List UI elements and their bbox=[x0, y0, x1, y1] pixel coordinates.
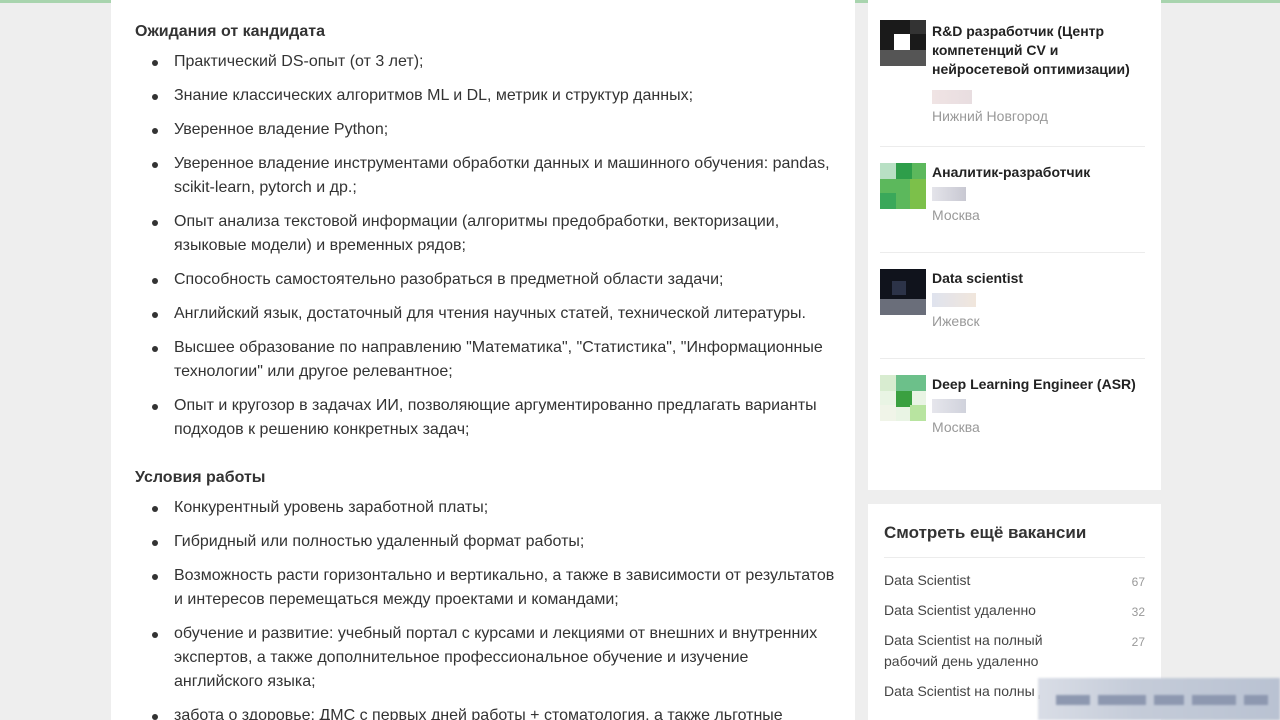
list-item: Высшее образование по направлению "Матем… bbox=[135, 336, 835, 384]
blurred-text bbox=[1154, 695, 1184, 705]
bullet-icon bbox=[152, 312, 158, 318]
vacancy-link[interactable]: Data Scientist на полный рабочий день уд… bbox=[884, 630, 1145, 672]
company-name-blurred bbox=[932, 90, 972, 104]
vacancy-count: 67 bbox=[1131, 575, 1145, 589]
blurred-notification-banner[interactable] bbox=[1038, 678, 1280, 720]
company-logo-icon bbox=[880, 269, 926, 315]
company-logo-icon bbox=[880, 375, 926, 421]
job-card[interactable]: Data scientist Ижевск bbox=[880, 253, 1145, 359]
list-item: забота о здоровье: ДМС с первых дней раб… bbox=[135, 704, 835, 720]
vacancy-count: 32 bbox=[1131, 605, 1145, 619]
bullet-icon bbox=[152, 220, 158, 226]
bullet-icon bbox=[152, 506, 158, 512]
list-item: Гибридный или полностью удаленный формат… bbox=[135, 530, 835, 554]
company-logo-icon bbox=[880, 20, 926, 66]
list-item: Уверенное владение Python; bbox=[135, 118, 835, 142]
list-item: Уверенное владение инструментами обработ… bbox=[135, 152, 835, 200]
list-item: Практический DS-опыт (от 3 лет); bbox=[135, 50, 835, 74]
list-item: Возможность расти горизонтально и вертик… bbox=[135, 564, 835, 612]
bullet-icon bbox=[152, 346, 158, 352]
bullet-icon bbox=[152, 714, 158, 720]
requirements-heading: Ожидания от кандидата bbox=[135, 23, 325, 40]
job-card[interactable]: Deep Learning Engineer (ASR) Москва bbox=[880, 359, 1145, 465]
conditions-list: Конкурентный уровень заработной платы; Г… bbox=[135, 496, 835, 720]
job-city: Ижевск bbox=[932, 313, 980, 329]
vacancy-link[interactable]: Data Scientist 67 bbox=[884, 570, 1145, 591]
job-card[interactable]: R&D разработчик (Центр компетенций CV и … bbox=[880, 8, 1145, 147]
more-vacancies-heading: Смотреть ещё вакансии bbox=[884, 522, 1145, 558]
vacancy-count: 27 bbox=[1131, 635, 1145, 649]
list-item: обучение и развитие: учебный портал с ку… bbox=[135, 622, 835, 694]
company-name-blurred bbox=[932, 293, 976, 307]
blurred-text bbox=[1056, 695, 1090, 705]
company-name-blurred bbox=[932, 399, 966, 413]
list-item: Конкурентный уровень заработной платы; bbox=[135, 496, 835, 520]
job-card[interactable]: Аналитик-разработчик Москва bbox=[880, 147, 1145, 253]
vacancy-description: Ожидания от кандидата Практический DS-оп… bbox=[111, 0, 855, 720]
similar-jobs-card: R&D разработчик (Центр компетенций CV и … bbox=[868, 0, 1161, 490]
company-name-blurred bbox=[932, 187, 966, 201]
blurred-text bbox=[1098, 695, 1146, 705]
requirements-list: Практический DS-опыт (от 3 лет); Знание … bbox=[135, 50, 835, 442]
list-item: Знание классических алгоритмов ML и DL, … bbox=[135, 84, 835, 108]
list-item: Способность самостоятельно разобраться в… bbox=[135, 268, 835, 292]
job-city: Нижний Новгород bbox=[932, 108, 1048, 124]
bullet-icon bbox=[152, 60, 158, 66]
job-title[interactable]: Аналитик-разработчик bbox=[932, 163, 1141, 182]
blurred-text bbox=[1192, 695, 1236, 705]
list-item: Опыт анализа текстовой информации (алгор… bbox=[135, 210, 835, 258]
bullet-icon bbox=[152, 574, 158, 580]
conditions-heading: Условия работы bbox=[135, 469, 266, 486]
job-title[interactable]: Deep Learning Engineer (ASR) bbox=[932, 375, 1141, 394]
list-item: Опыт и кругозор в задачах ИИ, позволяющи… bbox=[135, 394, 835, 442]
job-title[interactable]: R&D разработчик (Центр компетенций CV и … bbox=[932, 22, 1141, 79]
company-logo-icon bbox=[880, 163, 926, 209]
bullet-icon bbox=[152, 404, 158, 410]
bullet-icon bbox=[152, 94, 158, 100]
bullet-icon bbox=[152, 540, 158, 546]
vacancy-link[interactable]: Data Scientist удаленно 32 bbox=[884, 600, 1145, 621]
job-city: Москва bbox=[932, 207, 980, 223]
job-city: Москва bbox=[932, 419, 980, 435]
list-item: Английский язык, достаточный для чтения … bbox=[135, 302, 835, 326]
bullet-icon bbox=[152, 128, 158, 134]
bullet-icon bbox=[152, 278, 158, 284]
blurred-text bbox=[1244, 695, 1268, 705]
job-title[interactable]: Data scientist bbox=[932, 269, 1141, 288]
bullet-icon bbox=[152, 162, 158, 168]
bullet-icon bbox=[152, 632, 158, 638]
